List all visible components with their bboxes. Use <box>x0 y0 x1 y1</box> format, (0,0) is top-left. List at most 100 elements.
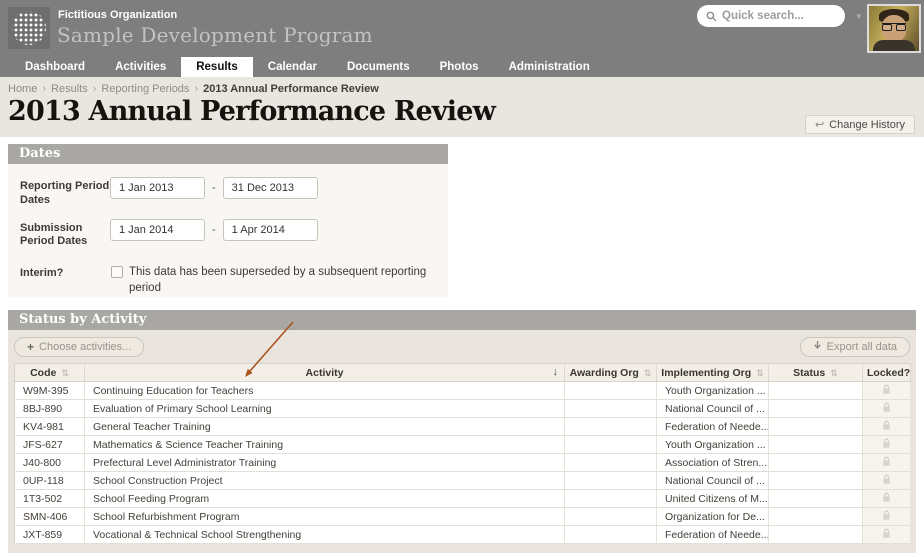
sort-icon: ⇅ <box>830 367 838 378</box>
plus-icon: + <box>27 340 35 354</box>
awarding-org-cell <box>564 525 657 544</box>
locked-cell <box>862 417 911 436</box>
col-header-status[interactable]: Status ⇅ <box>768 363 863 382</box>
submission-to-input[interactable] <box>222 218 318 241</box>
activity-cell: Mathematics & Science Teacher Training <box>84 435 565 454</box>
implementing-org-cell: National Council of ... <box>656 399 769 418</box>
locked-cell <box>862 525 911 544</box>
search-input[interactable] <box>722 10 832 22</box>
sort-desc-icon: ↓ <box>552 366 559 378</box>
sort-icon: ⇅ <box>643 367 652 378</box>
status-cell <box>768 525 863 544</box>
avatar-torso <box>873 40 915 51</box>
breadcrumb: Home › Results › Reporting Periods › 2013 Annu… <box>8 83 916 95</box>
quick-search-box[interactable] <box>697 5 845 27</box>
range-separator: - <box>212 182 216 194</box>
reporting-from-input[interactable] <box>110 177 205 199</box>
export-all-data-label: Export all data <box>826 341 897 353</box>
lock-icon <box>883 456 890 466</box>
table-row[interactable]: KV4-981 General Teacher Training Federat… <box>14 417 911 436</box>
lock-icon <box>883 510 890 520</box>
nav-item-administration[interactable]: Administration <box>494 57 605 77</box>
export-all-data-button[interactable]: Export all data <box>799 337 910 357</box>
activity-cell: General Teacher Training <box>84 417 565 436</box>
reporting-period-row: Reporting Period Dates - <box>20 177 436 208</box>
search-caret-icon[interactable]: ▾ <box>856 11 861 22</box>
lock-icon <box>883 384 890 394</box>
nav-item-photos[interactable]: Photos <box>425 57 494 77</box>
title-band: Home › Results › Reporting Periods › 2013 Annu… <box>0 77 924 137</box>
status-cell <box>768 471 863 490</box>
change-history-button[interactable]: ↩ Change History <box>804 115 915 134</box>
awarding-org-cell <box>564 417 657 436</box>
status-cell <box>768 453 863 472</box>
table-row[interactable]: JXT-859 Vocational & Technical School St… <box>14 525 911 544</box>
status-cell <box>768 489 863 508</box>
implementing-org-cell: Organization for De... <box>656 507 769 526</box>
table-row[interactable]: 8BJ-890 Evaluation of Primary School Lea… <box>14 399 911 418</box>
choose-activities-button[interactable]: + Choose activities... <box>14 337 145 357</box>
table-row[interactable]: 0UP-118 School Construction Project Nati… <box>14 471 911 490</box>
code-cell: J40-800 <box>14 453 85 472</box>
nav-item-calendar[interactable]: Calendar <box>253 57 332 77</box>
submission-from-input[interactable] <box>110 218 205 241</box>
breadcrumb-reporting-periods[interactable]: Reporting Periods <box>101 83 189 95</box>
reporting-period-label: Reporting Period Dates <box>20 180 110 206</box>
awarding-org-cell <box>564 471 657 490</box>
user-avatar[interactable] <box>867 4 921 53</box>
status-section-header: Status by Activity <box>8 310 916 330</box>
nav-item-dashboard[interactable]: Dashboard <box>10 57 100 77</box>
col-header-locked[interactable]: Locked? <box>862 363 911 382</box>
activity-cell: Vocational & Technical School Strengthen… <box>84 525 565 544</box>
status-by-activity-section: Status by Activity + Choose activities..… <box>8 310 916 553</box>
lock-icon <box>883 402 890 412</box>
status-cell <box>768 417 863 436</box>
activity-cell: School Construction Project <box>84 471 565 490</box>
change-history-label: Change History <box>829 118 905 131</box>
awarding-org-cell <box>564 489 657 508</box>
code-cell: 8BJ-890 <box>14 399 85 418</box>
table-row[interactable]: 1T3-502 School Feeding Program United Ci… <box>14 489 911 508</box>
locked-cell <box>862 399 911 418</box>
page-title: 2013 Annual Performance Review <box>8 96 496 127</box>
col-header-awarding-org[interactable]: Awarding Org ⇅ <box>564 363 657 382</box>
status-cell <box>768 381 863 400</box>
dates-section-header: Dates <box>8 144 448 164</box>
breadcrumb-results[interactable]: Results <box>51 83 88 95</box>
nav-item-documents[interactable]: Documents <box>332 57 425 77</box>
col-header-implementing-org[interactable]: Implementing Org ⇅ <box>656 363 769 382</box>
dates-section: Dates Reporting Period Dates - Submissio… <box>8 144 448 297</box>
interim-checkbox[interactable] <box>111 266 123 278</box>
avatar-glasses <box>882 23 906 31</box>
nav-item-activities[interactable]: Activities <box>100 57 181 77</box>
implementing-org-cell: United Citizens of M... <box>656 489 769 508</box>
implementing-org-cell: Association of Stren... <box>656 453 769 472</box>
interim-checkbox-label: This data has been superseded by a subse… <box>129 266 427 294</box>
table-row[interactable]: J40-800 Prefectural Level Administrator … <box>14 453 911 472</box>
lock-icon <box>883 528 890 538</box>
code-cell: 1T3-502 <box>14 489 85 508</box>
reporting-to-input[interactable] <box>222 177 318 199</box>
lock-icon <box>883 438 890 448</box>
status-cell <box>768 399 863 418</box>
nav-item-results[interactable]: Results <box>181 57 253 77</box>
table-toolbar: + Choose activities... Export all data <box>14 336 910 357</box>
awarding-org-cell <box>564 507 657 526</box>
page-body: Dates Reporting Period Dates - Submissio… <box>0 137 924 553</box>
org-logo[interactable] <box>8 7 50 49</box>
lock-icon <box>883 474 890 484</box>
table-row[interactable]: JFS-627 Mathematics & Science Teacher Tr… <box>14 435 911 454</box>
implementing-org-cell: Federation of Neede... <box>656 525 769 544</box>
org-name: Fictitious Organization <box>58 9 178 21</box>
table-row[interactable]: SMN-406 School Refurbishment Program Org… <box>14 507 911 526</box>
status-by-activity-table: Code ⇅ Activity ↓ Awarding Org ⇅ Implementi… <box>14 363 911 544</box>
col-header-activity[interactable]: Activity ↓ <box>84 363 565 382</box>
col-header-code[interactable]: Code ⇅ <box>14 363 85 382</box>
code-cell: JFS-627 <box>14 435 85 454</box>
table-row[interactable]: W9M-395 Continuing Education for Teacher… <box>14 381 911 400</box>
app-header: Fictitious Organization Sample Developme… <box>0 0 924 57</box>
code-cell: SMN-406 <box>14 507 85 526</box>
breadcrumb-home[interactable]: Home <box>8 83 37 95</box>
implementing-org-cell: Youth Organization ... <box>656 381 769 400</box>
export-icon <box>813 340 822 354</box>
